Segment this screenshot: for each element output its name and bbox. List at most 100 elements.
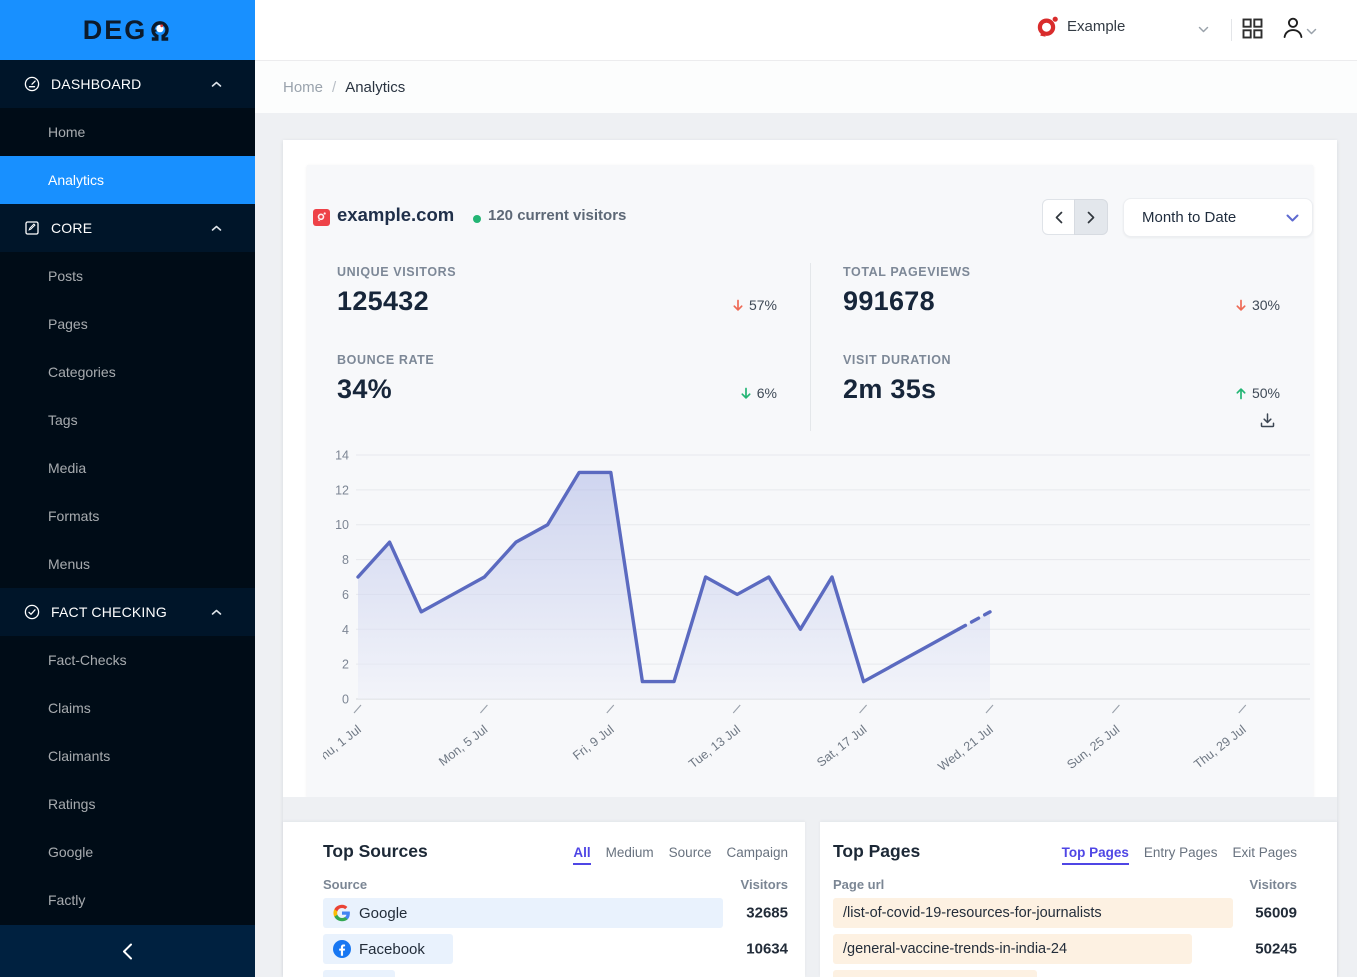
pages-tab-top-pages[interactable]: Top Pages [1062,845,1129,865]
chevron-right-icon [1087,211,1095,224]
user-avatar-icon[interactable] [1281,16,1305,40]
pages-tab-exit-pages[interactable]: Exit Pages [1232,845,1297,865]
check-circle-icon [24,604,40,620]
column-visitors: Visitors [1250,877,1297,892]
breadcrumb: Home / Analytics [255,61,1357,113]
table-row-partial [283,970,805,977]
breadcrumb-home[interactable]: Home [283,79,323,96]
visitors-chart-svg: 02468101214Thu, 1 JulMon, 5 JulFri, 9 Ju… [323,443,1315,773]
site-favicon-glyph-icon [316,212,327,223]
sources-tab-source[interactable]: Source [669,845,712,865]
sidebar-item-home[interactable]: Home [0,108,255,156]
sidebar: DEG DASHBOARDHomeAnalytics CORE PostsPages… [0,0,255,977]
sidebar-item-categories[interactable]: Categories [0,348,255,396]
svg-text:Tue, 13 Jul: Tue, 13 Jul [686,722,743,771]
sidebar-section-dashboard[interactable]: DASHBOARD [0,60,255,108]
chevron-up-icon [211,225,222,232]
stat-value: 991678 [843,286,1163,317]
stat-label: VISIT DURATION [843,353,1163,367]
pages-tab-entry-pages[interactable]: Entry Pages [1144,845,1218,865]
svg-text:2: 2 [342,658,349,672]
sources-tab-medium[interactable]: Medium [606,845,654,865]
sidebar-item-claims[interactable]: Claims [0,684,255,732]
date-range-select[interactable]: Month to Date [1123,198,1313,237]
sources-tab-campaign[interactable]: Campaign [726,845,788,865]
table-row[interactable]: Facebook10634 [283,934,805,964]
sidebar-menu: DASHBOARDHomeAnalytics CORE PostsPagesCate… [0,60,255,924]
app-logo[interactable]: DEG [0,0,255,60]
sidebar-item-posts[interactable]: Posts [0,252,255,300]
arrow-down-icon [740,387,752,400]
chevron-up-icon [211,81,222,88]
sidebar-item-formats[interactable]: Formats [0,492,255,540]
workspace-label: Example [1067,18,1125,35]
stat-unique-visitors: UNIQUE VISITORS 125432 [337,265,657,317]
next-period-button[interactable] [1074,199,1108,235]
table-row[interactable]: /general-vaccine-trends-in-india-24 50245 [820,934,1337,964]
row-bar [833,970,1037,977]
form-icon [24,220,40,236]
content-card: example.com 120 current visitors Month t… [283,140,1337,977]
stat-delta: 30% [1235,297,1280,313]
workspace-chevron-down-icon[interactable] [1198,26,1209,33]
stat-bounce-rate: BOUNCE RATE 34% [337,353,657,405]
sidebar-collapse-button[interactable] [0,925,255,977]
row-visitors: 10634 [746,941,788,958]
svg-text:Mon, 5 Jul: Mon, 5 Jul [436,722,490,769]
svg-text:Wed, 21 Jul: Wed, 21 Jul [935,722,995,773]
sidebar-item-factly[interactable]: Factly [0,876,255,924]
topbar: Example [255,0,1357,61]
sidebar-item-ratings[interactable]: Ratings [0,780,255,828]
stat-value: 2m 35s [843,374,1163,405]
sidebar-item-analytics[interactable]: Analytics [0,156,255,204]
sources-tab-all[interactable]: All [573,845,590,865]
stat-delta-value: 30% [1252,297,1280,313]
sidebar-item-tags[interactable]: Tags [0,396,255,444]
brand-logo-icon [1035,14,1060,39]
svg-text:Fri, 9 Jul: Fri, 9 Jul [570,722,616,763]
download-icon[interactable] [1259,412,1276,429]
row-bar: /list-of-covid-19-resources-for-journali… [833,898,1233,928]
arrow-down-icon [732,299,744,312]
row-bar [323,970,395,977]
table-row[interactable]: /list-of-covid-19-resources-for-journali… [820,898,1337,928]
sidebar-item-menus[interactable]: Menus [0,540,255,588]
svg-text:Thu, 29 Jul: Thu, 29 Jul [1191,722,1248,771]
row-visitors: 32685 [746,905,788,922]
workspace-selector[interactable]: Example [1035,14,1125,39]
stat-visit-duration: VISIT DURATION 2m 35s [843,353,1163,405]
sidebar-item-media[interactable]: Media [0,444,255,492]
column-page-url: Page url [833,877,884,892]
top-sources-tabs: All Medium Source Campaign [573,845,788,865]
sidebar-item-pages[interactable]: Pages [0,300,255,348]
source-name: Google [359,905,407,922]
topbar-divider [1231,19,1232,41]
stat-total-pageviews: TOTAL PAGEVIEWS 991678 [843,265,1163,317]
sidebar-section-core[interactable]: CORE [0,204,255,252]
prev-period-button[interactable] [1042,199,1075,235]
svg-text:4: 4 [342,623,349,637]
sidebar-item-claimants[interactable]: Claimants [0,732,255,780]
sidebar-item-fact-checks[interactable]: Fact-Checks [0,636,255,684]
row-visitors: 50245 [1255,941,1297,958]
sidebar-item-google[interactable]: Google [0,828,255,876]
user-chevron-down-icon[interactable] [1306,28,1317,35]
top-sources-title: Top Sources [323,841,428,862]
table-row[interactable]: Google 32685 [283,898,805,928]
breadcrumb-separator: / [332,79,336,96]
sidebar-section-label: CORE [51,220,92,236]
site-domain: example.com [337,204,454,226]
dashboard-icon [24,76,40,92]
collapse-left-icon [122,943,133,960]
sidebar-section-fact-checking[interactable]: FACT CHECKING [0,588,255,636]
stat-delta-value: 6% [757,385,777,401]
row-bar: /general-vaccine-trends-in-india-24 [833,934,1192,964]
stat-value: 125432 [337,286,657,317]
stat-label: UNIQUE VISITORS [337,265,657,279]
chevron-up-icon [211,609,222,616]
arrow-up-icon [1235,387,1247,400]
svg-text:Sun, 25 Jul: Sun, 25 Jul [1064,722,1122,772]
appstore-grid-icon[interactable] [1242,18,1263,39]
stat-label: BOUNCE RATE [337,353,657,367]
svg-text:14: 14 [335,449,349,463]
